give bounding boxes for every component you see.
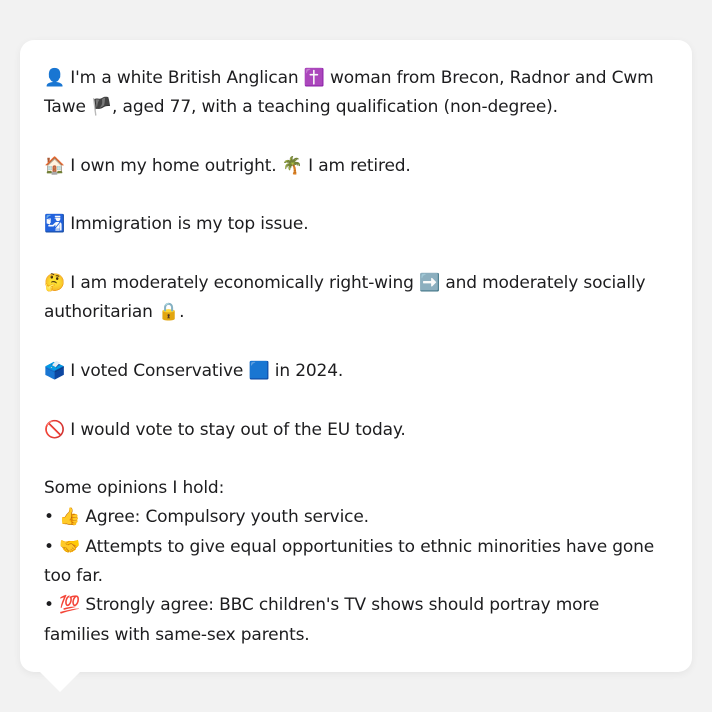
- thinking-face-icon: 🤔: [44, 273, 66, 294]
- blue-square-icon: 🟦: [248, 360, 270, 381]
- hundred-points-icon: 💯: [59, 595, 81, 616]
- ballot-box-icon: 🗳️: [44, 360, 66, 381]
- eu-paragraph: 🚫 I would vote to stay out of the EU tod…: [44, 416, 668, 445]
- passport-control-icon: 🛂: [44, 214, 66, 235]
- home-text-a: I own my home outright.: [65, 155, 282, 176]
- bullet: •: [44, 507, 60, 528]
- eu-text: I would vote to stay out of the EU today…: [65, 419, 406, 440]
- issue-text: Immigration is my top issue.: [65, 214, 309, 235]
- econ-text-c: .: [179, 302, 185, 323]
- house-icon: 🏠: [44, 155, 66, 176]
- vote-paragraph: 🗳️ I voted Conservative 🟦 in 2024.: [44, 357, 668, 386]
- home-text-b: I am retired.: [302, 155, 411, 176]
- opinion-text: Attempts to give equal opportunities to …: [44, 536, 655, 587]
- home-paragraph: 🏠 I own my home outright. 🌴 I am retired…: [44, 152, 668, 181]
- opinion-text: Strongly agree: BBC children's TV shows …: [44, 595, 600, 645]
- opinion-item: • 🤝 Attempts to give equal opportunities…: [44, 533, 668, 592]
- vote-text-a: I voted Conservative: [65, 360, 249, 381]
- intro-text-c: , aged 77, with a teaching qualification…: [112, 97, 558, 118]
- bullet: •: [44, 536, 60, 557]
- opinion-item: • 💯 Strongly agree: BBC children's TV sh…: [44, 591, 668, 650]
- prohibited-icon: 🚫: [44, 419, 66, 440]
- opinions-paragraph: Some opinions I hold: • 👍 Agree: Compuls…: [44, 474, 668, 650]
- person-icon: 👤: [44, 68, 66, 88]
- bubble-tail: [40, 672, 80, 692]
- palm-tree-icon: 🌴: [281, 155, 303, 176]
- ideology-paragraph: 🤔 I am moderately economically right-win…: [44, 269, 668, 328]
- vote-text-b: in 2024.: [269, 360, 344, 381]
- thumbs-up-icon: 👍: [59, 507, 81, 528]
- cross-icon: ✝️: [303, 68, 325, 88]
- persona-message-bubble: 👤 I'm a white British Anglican ✝️ woman …: [20, 40, 692, 672]
- opinion-item: • 👍 Agree: Compulsory youth service.: [44, 503, 668, 532]
- handshake-icon: 🤝: [59, 536, 81, 557]
- welsh-flag-icon: 🏴: [91, 97, 113, 118]
- opinion-text: Agree: Compulsory youth service.: [80, 507, 369, 528]
- econ-text-a: I am moderately economically right-wing: [65, 273, 420, 294]
- right-arrow-icon: ➡️: [419, 273, 441, 294]
- intro-text-a: I'm a white British Anglican: [65, 68, 304, 88]
- intro-paragraph: 👤 I'm a white British Anglican ✝️ woman …: [44, 64, 668, 123]
- bullet: •: [44, 595, 60, 616]
- lock-icon: 🔒: [158, 302, 180, 323]
- issue-paragraph: 🛂 Immigration is my top issue.: [44, 210, 668, 239]
- opinions-heading: Some opinions I hold:: [44, 478, 225, 499]
